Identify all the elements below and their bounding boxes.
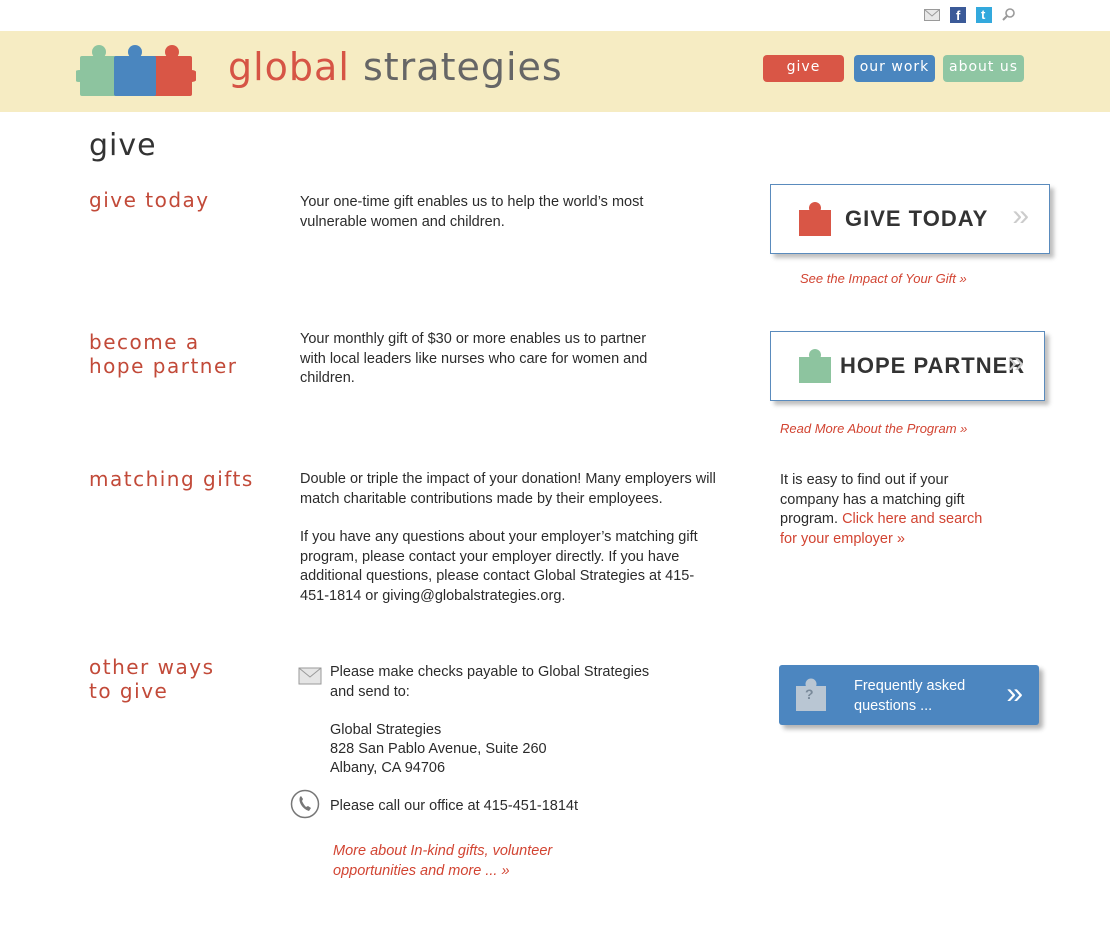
checks-text: Please make checks payable to Global Str… bbox=[330, 664, 650, 700]
matching-text-1: Double or triple the impact of your dona… bbox=[300, 471, 716, 507]
section-heading-matching-gifts: matching gifts bbox=[89, 467, 254, 491]
search-icon[interactable] bbox=[1001, 7, 1017, 23]
matching-text-2: If you have any questions about your emp… bbox=[300, 529, 698, 604]
give-today-button-label: GIVE TODAY bbox=[845, 206, 989, 231]
facebook-glyph: f bbox=[956, 8, 961, 23]
give-today-arrow-icon: » bbox=[1012, 199, 1029, 232]
nav-about-us-button[interactable]: about us bbox=[943, 55, 1024, 82]
nav-our-work-button[interactable]: our work bbox=[854, 55, 935, 82]
hope-partner-text: Your monthly gift of $30 or more enables… bbox=[300, 331, 648, 386]
in-kind-gifts-link[interactable]: More about In-kind gifts, volunteer oppo… bbox=[333, 841, 593, 881]
matching-side-text: It is easy to find out if your company h… bbox=[780, 471, 995, 549]
mail-icon[interactable] bbox=[924, 7, 940, 23]
section-heading-hope-partner: become a hope partner bbox=[89, 330, 238, 378]
faq-button-label: Frequently asked questions ... bbox=[854, 678, 966, 714]
section-heading-other-ways: other ways to give bbox=[89, 655, 215, 703]
address-line-2: 828 San Pablo Avenue, Suite 260 bbox=[330, 741, 547, 757]
address-line-1: Global Strategies bbox=[330, 722, 442, 738]
site-logo-text[interactable]: global strategies bbox=[228, 45, 563, 89]
logo-word-global: global bbox=[228, 45, 350, 89]
call-office-text: Please call our office at 415-451-1814t bbox=[330, 798, 579, 814]
puzzle-piece-red-icon bbox=[799, 202, 831, 236]
faq-question-glyph: ? bbox=[805, 686, 814, 702]
site-header: global strategies give our work about us bbox=[0, 31, 1110, 112]
see-impact-link[interactable]: See the Impact of Your Gift » bbox=[800, 271, 967, 286]
puzzle-piece-green-icon bbox=[799, 349, 831, 383]
facebook-icon[interactable]: f bbox=[950, 7, 966, 23]
hope-partner-button-label: HOPE PARTNER bbox=[840, 353, 1026, 378]
nav-give-button[interactable]: give bbox=[763, 55, 844, 82]
twitter-glyph: t bbox=[981, 7, 986, 22]
give-today-button[interactable]: GIVE TODAY » bbox=[770, 184, 1050, 254]
mail-icon bbox=[298, 667, 322, 685]
faq-arrow-icon: » bbox=[1006, 677, 1023, 710]
logo-word-strategies: strategies bbox=[349, 45, 563, 89]
phone-icon bbox=[290, 789, 320, 819]
section-heading-give-today: give today bbox=[89, 188, 210, 212]
give-today-text: Your one-time gift enables us to help th… bbox=[300, 194, 644, 230]
address-line-3: Albany, CA 94706 bbox=[330, 760, 446, 776]
faq-button[interactable]: ? Frequently asked questions ... » bbox=[779, 665, 1039, 725]
page-title: give bbox=[89, 128, 157, 163]
hope-partner-button[interactable]: HOPE PARTNER » bbox=[770, 331, 1045, 401]
puzzle-logo-icon[interactable] bbox=[76, 42, 196, 98]
twitter-icon[interactable]: t bbox=[976, 7, 992, 23]
utility-bar: f t bbox=[0, 0, 1110, 31]
hope-partner-arrow-icon: » bbox=[1007, 346, 1024, 379]
read-more-program-link[interactable]: Read More About the Program » bbox=[780, 421, 967, 436]
